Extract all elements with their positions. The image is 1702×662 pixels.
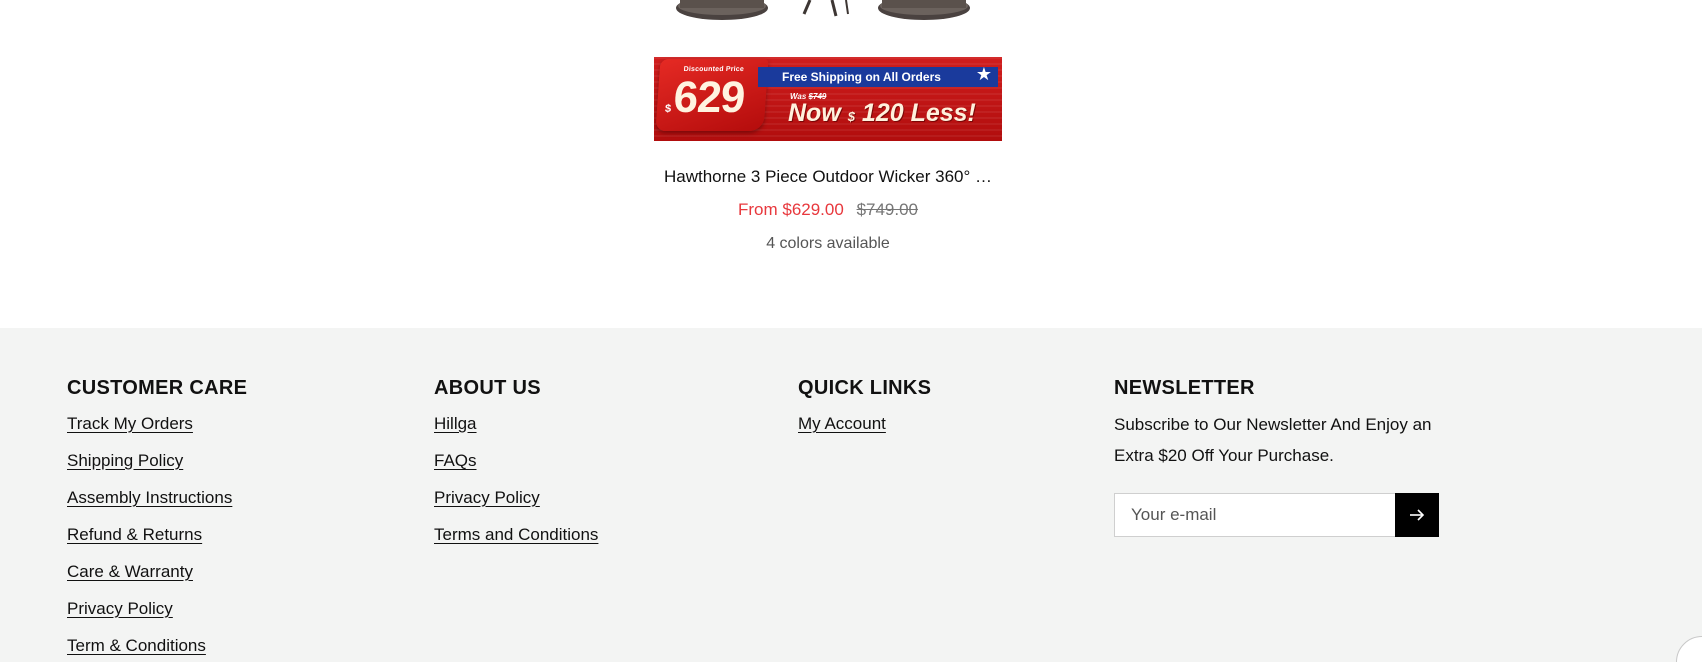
sale-price: From $629.00	[737, 200, 844, 219]
footer-heading-customer-care: CUSTOMER CARE	[67, 377, 248, 399]
product-title[interactable]: Hawthorne 3 Piece Outdoor Wicker 360° …	[604, 167, 1052, 187]
footer-link-about-privacy-policy[interactable]: Privacy Policy	[434, 487, 598, 524]
now-amount: 120 Less!	[861, 99, 976, 127]
footer-newsletter: NEWSLETTER Subscribe to Our Newsletter A…	[1114, 376, 1444, 537]
footer-link-my-account[interactable]: My Account	[798, 413, 931, 450]
footer-link-hillga[interactable]: Hillga	[434, 413, 598, 450]
now-currency: $	[847, 109, 855, 124]
newsletter-form	[1114, 493, 1439, 537]
footer-link-refund-returns[interactable]: Refund & Returns	[67, 524, 247, 561]
newsletter-submit-button[interactable]	[1395, 493, 1439, 537]
free-shipping-strip: Free Shipping on All Orders ★	[758, 64, 998, 87]
newsletter-text: Subscribe to Our Newsletter And Enjoy an…	[1114, 415, 1432, 465]
compare-price: $749.00	[856, 200, 919, 219]
footer-link-assembly-instructions[interactable]: Assembly Instructions	[67, 487, 247, 524]
discount-price: 629	[672, 73, 746, 122]
newsletter-email-input[interactable]	[1114, 493, 1395, 537]
now-prefix: Now	[788, 99, 841, 127]
discount-price-tag: Discounted Price $ 629	[655, 59, 769, 131]
footer-link-terms-and-conditions[interactable]: Terms and Conditions	[434, 524, 598, 561]
footer-link-care-warranty[interactable]: Care & Warranty	[67, 561, 247, 598]
arrow-right-icon	[1410, 509, 1425, 521]
footer-quick-links: QUICK LINKS My Account	[798, 376, 931, 450]
footer-about-us: ABOUT US Hillga FAQs Privacy Policy Term…	[434, 376, 598, 561]
footer-link-shipping-policy[interactable]: Shipping Policy	[67, 450, 247, 487]
product-image[interactable]: Discounted Price $ 629 Free Shipping on …	[654, 0, 1002, 141]
colors-available: 4 colors available	[766, 235, 890, 252]
footer-link-privacy-policy[interactable]: Privacy Policy	[67, 598, 247, 635]
page: Discounted Price $ 629 Free Shipping on …	[0, 0, 1702, 662]
footer-customer-care: CUSTOMER CARE Track My Orders Shipping P…	[67, 376, 247, 662]
footer-heading-quick-links: QUICK LINKS	[798, 377, 932, 399]
star-icon: ★	[975, 64, 992, 84]
footer: CUSTOMER CARE Track My Orders Shipping P…	[0, 328, 1702, 662]
promo-banner: Discounted Price $ 629 Free Shipping on …	[654, 57, 1002, 141]
footer-link-term-conditions[interactable]: Term & Conditions	[67, 635, 247, 662]
footer-heading-about-us: ABOUT US	[434, 377, 541, 399]
product-photo	[654, 0, 1002, 57]
wicker-chairs-illustration	[676, 0, 970, 20]
price-row: From $629.00 $749.00	[604, 200, 1052, 220]
now-less-text: Now $ 120 Less!	[788, 99, 976, 128]
free-shipping-text: Free Shipping on All Orders	[782, 70, 941, 84]
footer-link-track-orders[interactable]: Track My Orders	[67, 413, 247, 450]
footer-link-faqs[interactable]: FAQs	[434, 450, 598, 487]
discount-label: Discounted Price	[683, 66, 745, 73]
discount-currency: $	[664, 103, 672, 115]
footer-heading-newsletter: NEWSLETTER	[1114, 377, 1255, 399]
